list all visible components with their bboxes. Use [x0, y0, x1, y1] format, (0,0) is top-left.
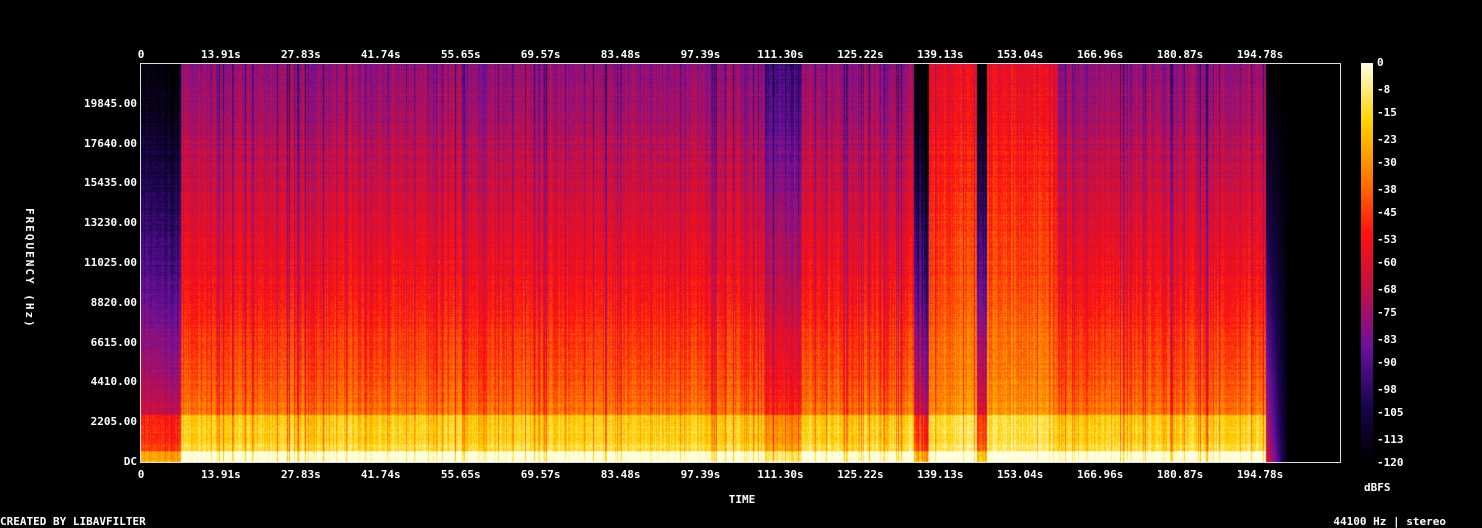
- x-tick-label-top: 97.39s: [680, 48, 721, 61]
- x-tick-label-top: 139.13s: [917, 48, 964, 61]
- x-tick-label-top: 0: [137, 48, 145, 61]
- x-tick-label-bottom: 41.74s: [360, 468, 401, 481]
- x-axis-label: TIME: [728, 493, 756, 506]
- x-tick-label-bottom: 111.30s: [757, 468, 804, 481]
- x-tick-label-top: 41.74s: [360, 48, 401, 61]
- x-tick-label-top: 180.87s: [1156, 48, 1204, 61]
- x-tick-label-top: 69.57s: [520, 48, 561, 61]
- x-tick-label-top: 27.83s: [281, 48, 321, 61]
- colorbar-tick-label: -45: [1377, 206, 1397, 219]
- colorbar-tick-label: 0: [1377, 56, 1384, 69]
- x-tick-label-bottom: 153.04s: [997, 468, 1044, 481]
- y-tick-label: 11025.00: [84, 256, 137, 269]
- spectrogram-plot-area: [140, 63, 1341, 463]
- x-tick-label-top: 153.04s: [997, 48, 1044, 61]
- colorbar-tick-label: -60: [1377, 256, 1397, 269]
- y-tick-label: 8820.00: [90, 295, 137, 309]
- colorbar-tick-label: -68: [1377, 282, 1397, 296]
- x-tick-label-bottom: 69.57s: [520, 468, 561, 481]
- y-tick-label: 17640.00: [84, 136, 137, 150]
- y-tick-label: 19845.00: [84, 96, 137, 110]
- colorbar-tick-label: -8: [1377, 82, 1391, 96]
- y-tick-label: 4410.00: [90, 375, 137, 389]
- y-tick-label: 15435.00: [84, 176, 137, 190]
- x-tick-label-bottom: 27.83s: [281, 468, 321, 481]
- y-tick-label: 6615.00: [90, 335, 137, 349]
- colorbar-tick-label: -83: [1377, 332, 1397, 346]
- x-tick-label-bottom: 13.91s: [201, 468, 241, 481]
- x-tick-label-top: 166.96s: [1077, 48, 1124, 61]
- colorbar-tick-label: -105: [1377, 406, 1404, 419]
- x-tick-label-top: 55.65s: [440, 48, 481, 61]
- x-tick-label-bottom: 0: [137, 468, 145, 481]
- spectrogram-heatmap: [141, 64, 1340, 462]
- colorbar-tick-label: -38: [1377, 182, 1397, 196]
- colorbar-tick-label: -53: [1377, 232, 1397, 246]
- colorbar-tick-label: -120: [1377, 456, 1404, 469]
- x-tick-label-top: 83.48s: [600, 48, 641, 61]
- footer-credit: CREATED BY LIBAVFILTER: [0, 515, 146, 528]
- x-tick-label-bottom: 125.22s: [837, 468, 884, 481]
- colorbar-label: dBFS: [1364, 481, 1391, 494]
- y-tick-label: DC: [123, 455, 137, 468]
- x-tick-label-bottom: 180.87s: [1156, 468, 1204, 481]
- colorbar-tick-label: -98: [1377, 382, 1397, 396]
- colorbar-tick-label: -113: [1377, 432, 1404, 446]
- x-tick-label-top: 13.91s: [201, 48, 241, 61]
- x-tick-label-bottom: 55.65s: [440, 468, 481, 481]
- spectrogram-figure: FREQUENCY (Hz) dBFS TIME CREATED BY LIBA…: [0, 0, 1482, 528]
- footer-sample-info: 44100 Hz | stereo: [1333, 515, 1446, 528]
- x-tick-label-bottom: 194.78s: [1236, 468, 1284, 481]
- y-tick-label: 13230.00: [84, 216, 137, 230]
- x-tick-label-top: 125.22s: [837, 48, 884, 61]
- colorbar-tick-label: -30: [1377, 156, 1397, 169]
- x-tick-label-bottom: 83.48s: [600, 468, 641, 481]
- colorbar-tick-label: -23: [1377, 132, 1397, 146]
- x-tick-label-top: 194.78s: [1236, 48, 1284, 61]
- colorbar-tick-label: -75: [1377, 306, 1397, 319]
- x-tick-label-bottom: 166.96s: [1077, 468, 1124, 481]
- x-tick-label-bottom: 139.13s: [917, 468, 964, 481]
- colorbar-gradient: [1361, 63, 1373, 463]
- colorbar-tick-label: -15: [1377, 106, 1397, 119]
- colorbar-tick-label: -90: [1377, 356, 1397, 369]
- y-tick-label: 2205.00: [90, 415, 137, 429]
- x-tick-label-bottom: 97.39s: [680, 468, 721, 481]
- x-tick-label-top: 111.30s: [757, 48, 804, 61]
